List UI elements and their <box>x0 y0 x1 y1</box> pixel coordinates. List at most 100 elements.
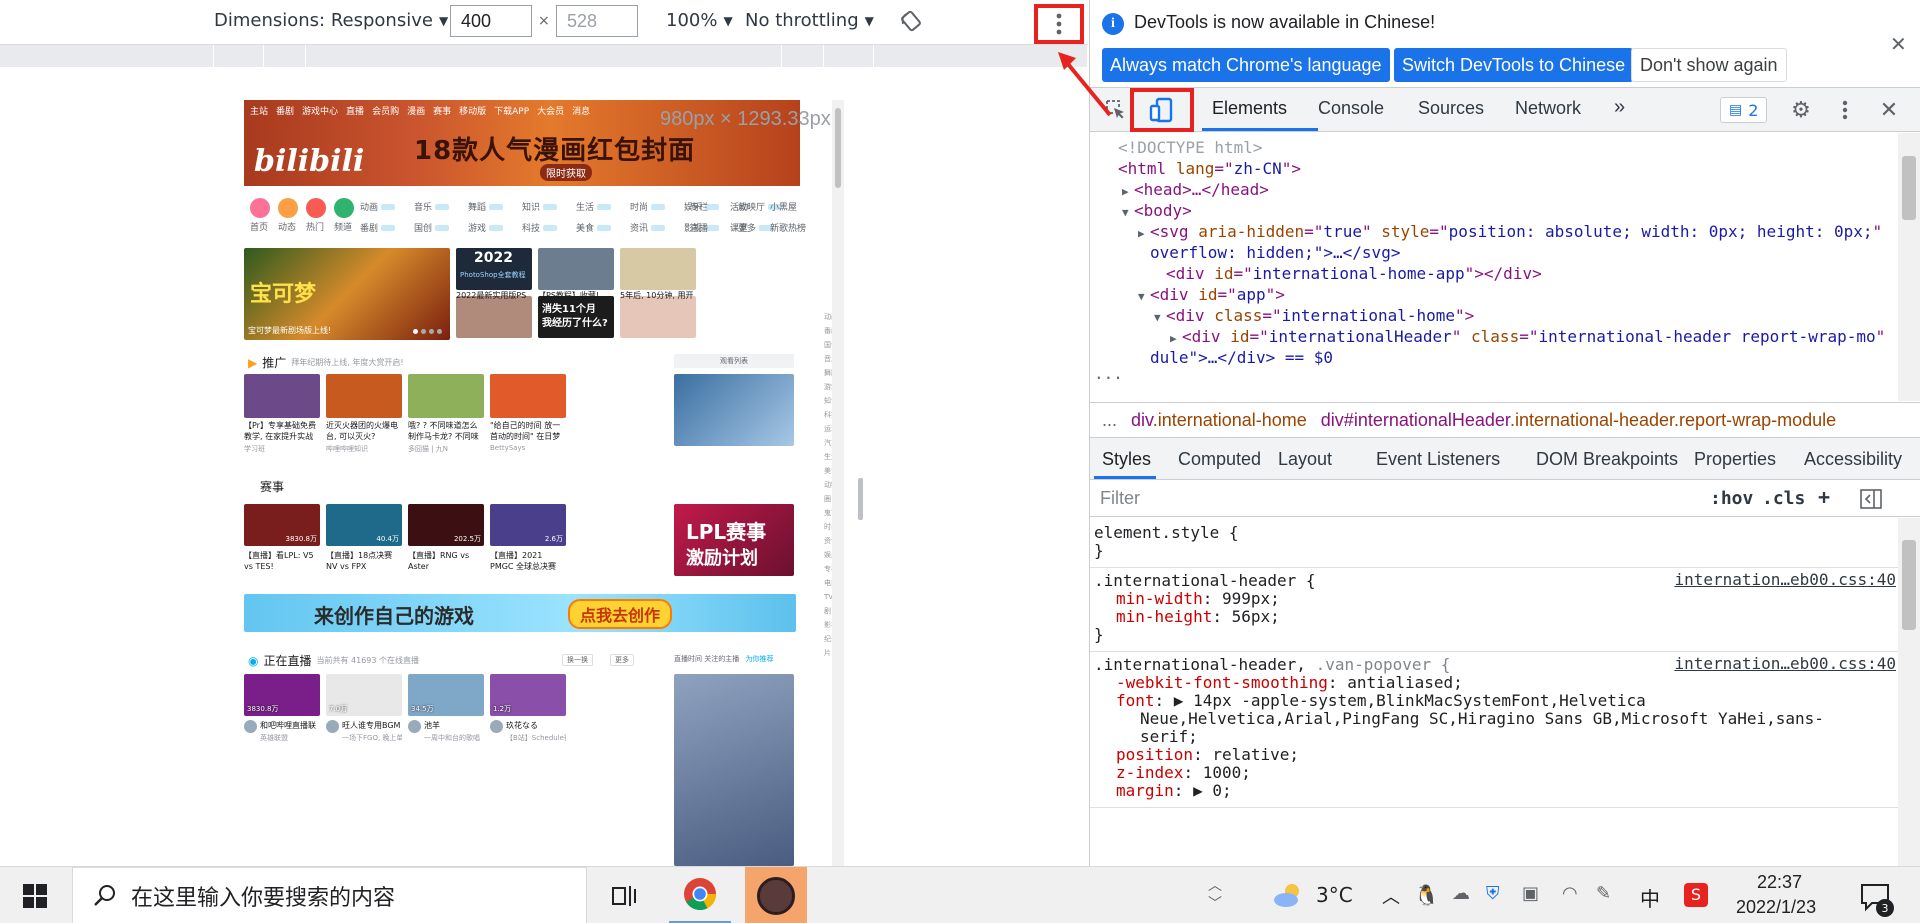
dom-node[interactable]: ▶ <svg aria-hidden="true" style="position… <box>1138 221 1882 243</box>
promo-thumb[interactable] <box>244 374 320 418</box>
live-feature-image[interactable] <box>674 674 794 866</box>
style-property[interactable]: Neue,Helvetica,Arial,PingFang SC,Hiragin… <box>1140 708 1824 730</box>
nav-item[interactable]: 赛事 <box>433 104 451 122</box>
taskbar-search-box[interactable]: 在这里输入你要搜索的内容 <box>72 867 587 923</box>
width-input[interactable]: 400 <box>450 5 532 37</box>
tab-sources[interactable]: Sources <box>1418 98 1484 119</box>
nav-item[interactable]: 漫画 <box>407 104 425 122</box>
media-query-bar[interactable] <box>782 45 824 67</box>
shield-icon[interactable]: ⛨ <box>1486 883 1500 904</box>
dom-node[interactable]: <div id="international-home-app"></div> <box>1154 263 1542 285</box>
issues-button[interactable]: ▤ 2 <box>1720 97 1768 123</box>
tab-dom-breakpoints[interactable]: DOM Breakpoints <box>1536 449 1678 470</box>
device-toolbar-more-button[interactable] <box>1034 4 1084 44</box>
inspect-element-icon[interactable] <box>1104 98 1126 120</box>
nav-item[interactable]: 消息 <box>572 104 590 122</box>
expand-triangle-icon[interactable]: ▼ <box>1122 202 1134 224</box>
category-tag[interactable]: 时尚 <box>630 200 684 213</box>
app-tray-icon[interactable]: S <box>1684 883 1708 907</box>
bilibili-logo[interactable]: bilibili <box>254 144 364 179</box>
zoom-dropdown[interactable]: 100% ▼ <box>666 10 733 31</box>
taskbar-chrome[interactable] <box>669 867 731 923</box>
category-tag[interactable]: 知识 <box>522 200 576 213</box>
qq-icon[interactable]: 🐧 <box>1414 883 1439 907</box>
wifi-icon[interactable]: ◠ <box>1562 883 1578 904</box>
side-tag[interactable]: 课堂 <box>730 221 770 234</box>
hover-state-toggle[interactable]: :hov <box>1710 488 1753 509</box>
side-tag[interactable]: 小黑屋 <box>770 200 810 213</box>
side-tag[interactable]: 活动 <box>730 200 770 213</box>
rule-source-link[interactable]: internation…eb00.css:40 <box>1674 570 1896 589</box>
side-tag[interactable]: 新歌热榜 <box>770 221 810 234</box>
styles-scroll-thumb[interactable] <box>1902 540 1916 630</box>
match-thumb[interactable]: 2.6万 <box>490 504 566 546</box>
emulated-viewport[interactable]: 主站 番剧 游戏中心 直播 会员购 漫画 赛事 移动版 下载APP 大会员 消息 bilibili … <box>244 100 844 866</box>
promo-thumb[interactable] <box>408 374 484 418</box>
styles-filter-input[interactable]: Filter <box>1100 488 1140 509</box>
dom-node[interactable]: <!DOCTYPE html> <box>1106 137 1263 159</box>
media-query-ruler[interactable] <box>0 44 1088 67</box>
live-more-button[interactable]: 更多 <box>610 654 634 666</box>
close-devtools-icon[interactable]: ✕ <box>1876 97 1902 123</box>
nav-item[interactable]: 游戏中心 <box>302 104 338 122</box>
sidebar-toggle-icon[interactable] <box>1860 489 1882 509</box>
category-tag[interactable]: 动画 <box>360 200 414 213</box>
task-view-button[interactable] <box>593 867 655 923</box>
switch-chinese-button[interactable]: Switch DevTools to Chinese <box>1394 48 1634 82</box>
more-tabs-icon[interactable]: » <box>1614 96 1625 119</box>
side-tag[interactable]: 直播 <box>690 221 730 234</box>
carousel-slide[interactable]: 宝可梦 宝可梦最新剧场版上线! <box>244 248 450 340</box>
dom-node[interactable]: <html lang="zh-CN"> <box>1106 158 1301 180</box>
page-scrollbar[interactable] <box>832 100 844 866</box>
nav-item[interactable]: 番剧 <box>276 104 294 122</box>
tab-layout[interactable]: Layout <box>1278 449 1332 470</box>
video-thumb[interactable] <box>620 248 696 290</box>
dimensions-dropdown[interactable]: Dimensions: Responsive ▼ <box>214 10 448 31</box>
class-toggle[interactable]: .cls <box>1762 488 1805 509</box>
media-query-bar[interactable] <box>824 45 874 67</box>
match-language-button[interactable]: Always match Chrome's language <box>1102 48 1390 82</box>
expand-triangle-icon[interactable]: ▼ <box>1138 286 1150 308</box>
nav-item[interactable]: 直播 <box>346 104 364 122</box>
hot-icon[interactable] <box>306 198 326 218</box>
category-tag[interactable]: 科技 <box>522 221 576 234</box>
rule-source-link[interactable]: internation…eb00.css:40 <box>1674 654 1896 673</box>
breadcrumb-item[interactable]: div.international-home <box>1131 410 1307 431</box>
home-icon[interactable] <box>250 198 270 218</box>
game-banner-button[interactable]: 点我去创作 <box>568 599 673 629</box>
dynamic-icon[interactable] <box>278 198 298 218</box>
new-style-rule-button[interactable]: + <box>1818 485 1830 509</box>
video-thumb[interactable]: 消失11个月 我经历了什么? <box>538 296 614 338</box>
match-thumb[interactable]: 3830.8万 <box>244 504 320 546</box>
dom-node[interactable]: dule">…</div> == $0 <box>1138 347 1333 369</box>
style-rule[interactable]: .international-header {internation…eb00.… <box>1090 570 1900 652</box>
category-tag[interactable]: 音乐 <box>414 200 468 213</box>
live-refresh-button[interactable]: 换一换 <box>562 654 593 666</box>
tab-accessibility[interactable]: Accessibility <box>1804 449 1902 470</box>
nav-item[interactable]: 移动版 <box>459 104 486 122</box>
lpl-banner[interactable]: LPL赛事 激励计划 <box>674 504 794 576</box>
avatar[interactable] <box>490 720 503 733</box>
display-icon[interactable]: ▣ <box>1522 883 1539 904</box>
tab-computed[interactable]: Computed <box>1178 449 1261 470</box>
tray-overflow-icon[interactable]: ︿ <box>1382 883 1400 909</box>
dom-node[interactable]: ▼ <div class="international-home"> <box>1154 305 1474 327</box>
tab-elements[interactable]: Elements <box>1212 98 1287 119</box>
height-input[interactable]: 528 <box>556 5 638 37</box>
node-actions-ellipsis[interactable]: ... <box>1094 364 1123 383</box>
category-tag[interactable]: 美食 <box>576 221 630 234</box>
match-thumb[interactable]: 40.4万 <box>326 504 402 546</box>
clock-time[interactable]: 22:37 <box>1757 872 1802 893</box>
category-tag[interactable]: 舞蹈 <box>468 200 522 213</box>
nav-item[interactable]: 主站 <box>250 104 268 122</box>
tab-console[interactable]: Console <box>1318 98 1384 119</box>
pen-icon[interactable]: ✎ <box>1596 883 1611 904</box>
video-thumb[interactable] <box>620 296 696 338</box>
breadcrumb-item[interactable]: div#internationalHeader.international-he… <box>1321 410 1836 431</box>
promo-feature-banner[interactable] <box>674 374 794 446</box>
match-thumb[interactable]: 202.5万 <box>408 504 484 546</box>
dom-tree-scroll-thumb[interactable] <box>1902 156 1916 220</box>
game-creation-banner[interactable]: 来创作自己的游戏 点我去创作 <box>244 594 796 632</box>
side-tag[interactable]: 专栏 <box>690 200 730 213</box>
ime-indicator[interactable]: 中 <box>1640 883 1660 912</box>
